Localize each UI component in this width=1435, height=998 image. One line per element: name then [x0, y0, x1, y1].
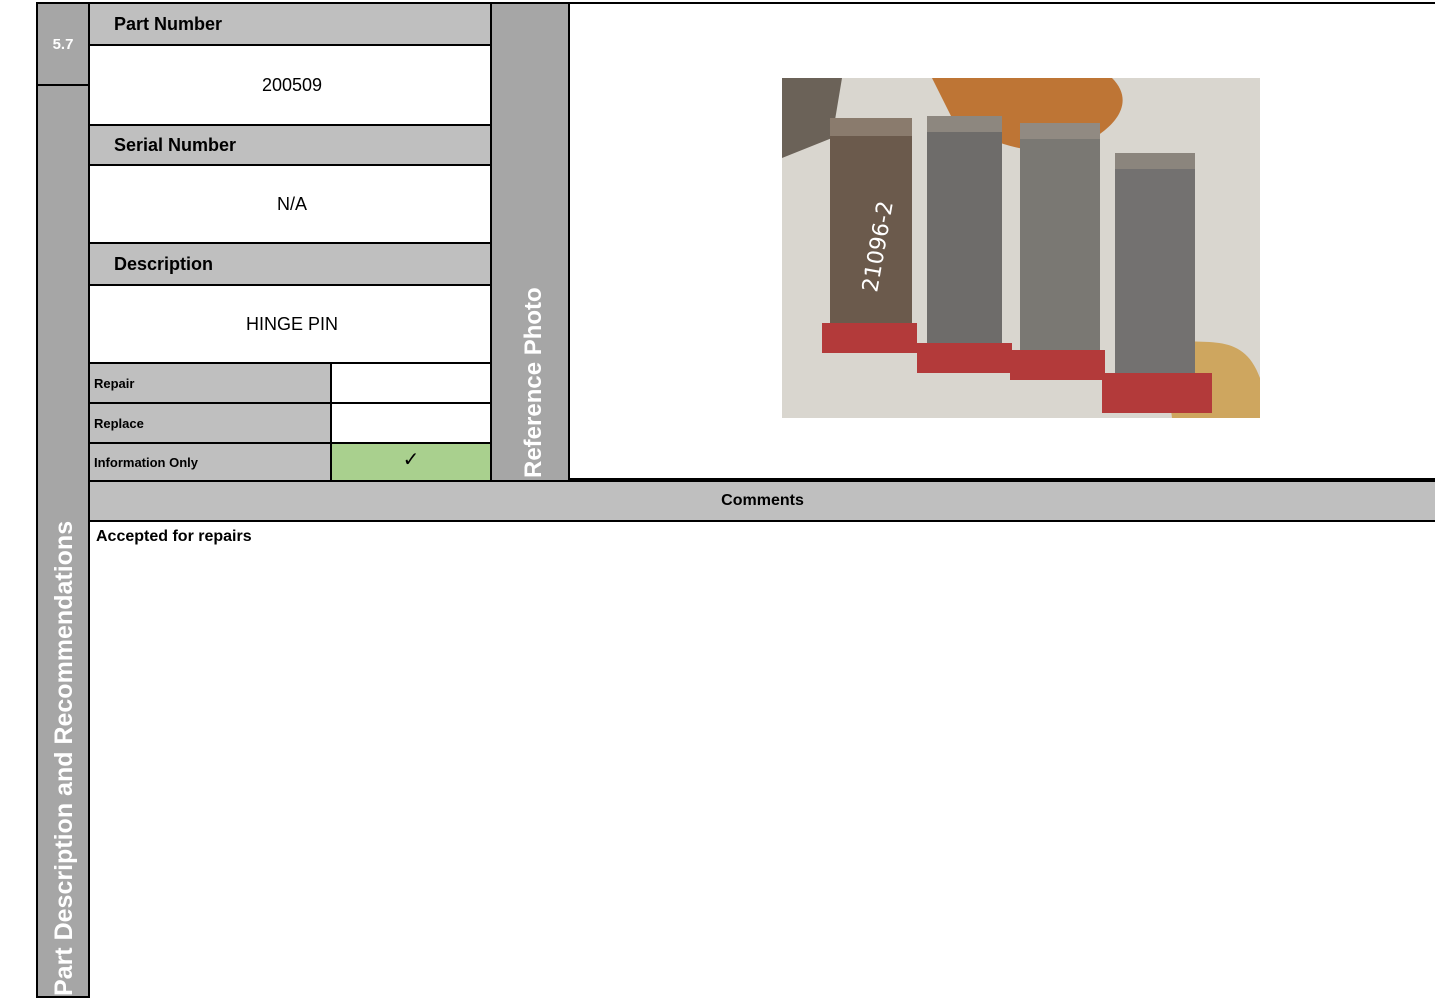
part-number-label: Part Number: [88, 2, 492, 46]
option-info-only-label: Information Only: [88, 442, 332, 482]
section-number: 5.7: [52, 35, 74, 53]
reference-photo-side: Reference Photo: [490, 2, 570, 482]
description-value: HINGE PIN: [88, 284, 492, 364]
comments-text: Accepted for repairs: [96, 528, 252, 545]
option-repair-label: Repair: [88, 362, 332, 404]
side-title: Part Description and Recommendations: [50, 520, 78, 996]
checkmark-icon: ✓: [402, 447, 420, 471]
comments-header-label: Comments: [721, 492, 804, 509]
side-title-cell: Part Description and Recommendations: [36, 84, 90, 998]
serial-number-value: N/A: [88, 164, 492, 244]
section-number-cell: 5.7: [36, 2, 90, 86]
reference-photo: 21096-2: [782, 78, 1260, 418]
option-replace-checkbox[interactable]: [330, 402, 492, 444]
option-info-only-checkbox[interactable]: ✓: [330, 442, 492, 482]
option-replace-label: Replace: [88, 402, 332, 444]
hinge-pin-3: [1010, 123, 1105, 380]
part-number-value: 200509: [88, 44, 492, 126]
option-repair-checkbox[interactable]: [330, 362, 492, 404]
photo-area: 21096-2: [570, 2, 1435, 480]
hinge-pin-2: [917, 116, 1012, 373]
comments-body[interactable]: Accepted for repairs: [90, 522, 1435, 996]
reference-photo-label: Reference Photo: [520, 287, 547, 478]
comments-header: Comments: [88, 480, 1435, 522]
description-label: Description: [88, 242, 492, 286]
serial-number-label: Serial Number: [88, 124, 492, 166]
